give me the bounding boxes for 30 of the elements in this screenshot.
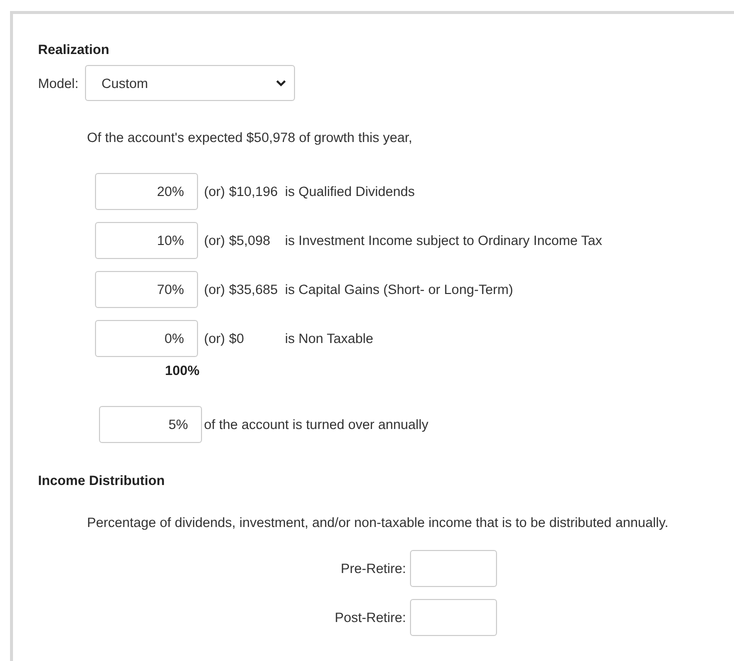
percent-field[interactable]: 20% (95, 173, 198, 210)
description-text: is Qualified Dividends (285, 184, 415, 199)
description-text: is Non Taxable (285, 331, 374, 346)
percent-field[interactable]: 0% (95, 320, 198, 357)
retire-field[interactable] (410, 550, 497, 587)
description-text: Percentage of dividends, investment, and/or non-taxable income that is to be distributed annually. (87, 515, 670, 530)
chevron-icon (276, 80, 286, 86)
section-heading: Income Distribution (38, 473, 166, 488)
amount-text: $10,196 (229, 184, 279, 199)
or-label: (or) (204, 233, 225, 248)
percent-field[interactable]: 10% (95, 222, 198, 259)
or-label: (or) (204, 331, 225, 346)
percent-field[interactable]: 70% (95, 271, 198, 308)
amount-text: $5,098 (229, 233, 272, 248)
field-label: Post-Retire: (334, 610, 406, 625)
field-label: Pre-Retire: (340, 561, 406, 576)
field-label: Model: (38, 76, 79, 90)
amount-text: $35,685 (229, 282, 279, 297)
total-text: 100% (165, 363, 201, 378)
retire-field[interactable] (410, 599, 497, 636)
description-text: is Capital Gains (Short- or Long-Term) (285, 282, 514, 297)
intro-text: Of the account's expected $50,978 of growth this year, (87, 130, 414, 145)
turnover-text: of the account is turned over annually (204, 417, 428, 432)
amount-text: $0 (229, 331, 246, 346)
or-label: (or) (204, 184, 225, 199)
or-label: (or) (204, 282, 225, 297)
turnover-field[interactable]: 5% (99, 406, 202, 443)
description-text: is Investment Income subject to Ordinary Income Tax (285, 233, 602, 248)
model-dropdown[interactable]: Custom (84, 65, 295, 101)
section-heading: Realization (38, 42, 110, 57)
